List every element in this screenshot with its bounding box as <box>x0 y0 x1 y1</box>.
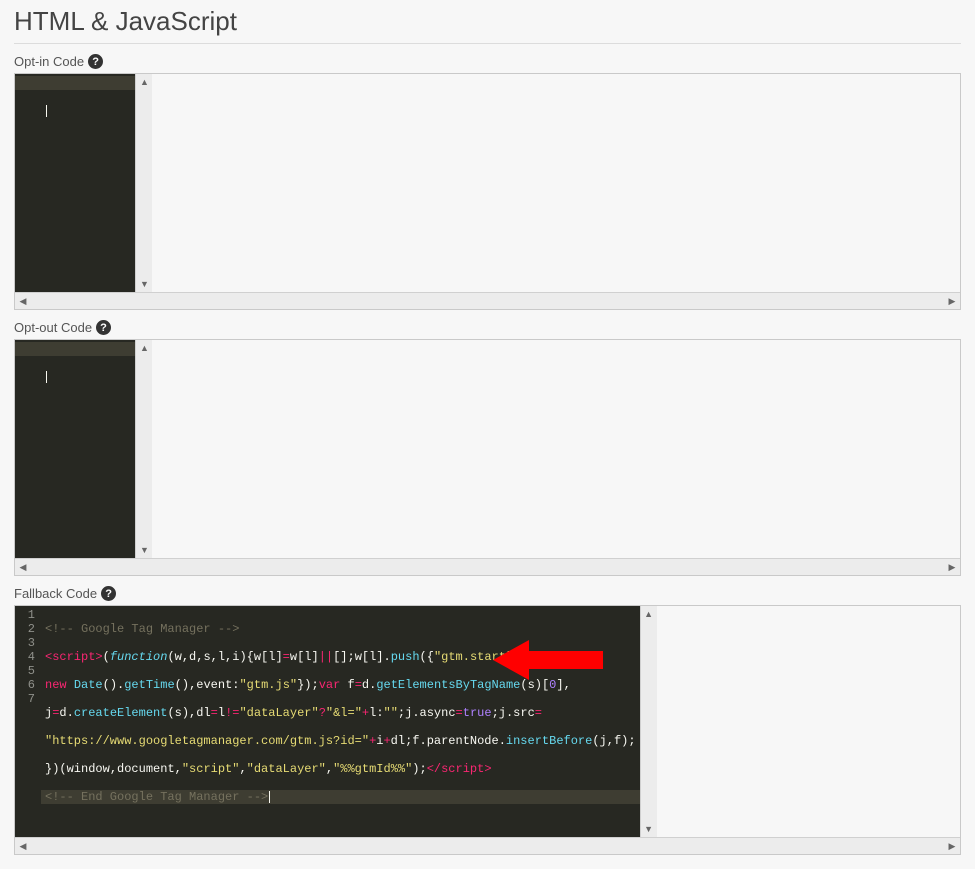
scroll-right-icon[interactable]: ▶ <box>944 559 960 575</box>
scroll-up-icon[interactable]: ▲ <box>136 74 152 90</box>
scroll-left-icon[interactable]: ◀ <box>15 559 31 575</box>
scroll-up-icon[interactable]: ▲ <box>136 340 152 356</box>
optin-code-label-text: Opt-in Code <box>14 54 84 69</box>
horizontal-scrollbar[interactable]: ◀ ▶ <box>15 837 960 854</box>
help-icon[interactable]: ? <box>88 54 103 69</box>
editor-code[interactable] <box>41 340 135 558</box>
optout-code-label: Opt-out Code ? <box>14 320 961 335</box>
optout-code-field: Opt-out Code ? 1 ▲ ▼ <box>14 320 961 576</box>
scroll-left-icon[interactable]: ◀ <box>15 838 31 854</box>
fallback-code-field: Fallback Code ? 1 2 3 4 5 6 7 <!-- Googl… <box>14 586 961 855</box>
horizontal-scrollbar[interactable]: ◀ ▶ <box>15 558 960 575</box>
optin-code-label: Opt-in Code ? <box>14 54 961 69</box>
editor-gutter: 1 <box>15 340 41 558</box>
scroll-down-icon[interactable]: ▼ <box>136 542 152 558</box>
optout-code-label-text: Opt-out Code <box>14 320 92 335</box>
optout-code-editor-wrap: 1 ▲ ▼ ◀ ▶ <box>14 339 961 576</box>
help-icon[interactable]: ? <box>96 320 111 335</box>
scroll-up-icon[interactable]: ▲ <box>641 606 657 622</box>
optin-code-editor-wrap: 1 ▲ ▼ ◀ ▶ <box>14 73 961 310</box>
vertical-scrollbar[interactable]: ▲ ▼ <box>135 340 152 558</box>
scroll-down-icon[interactable]: ▼ <box>641 821 657 837</box>
vertical-scrollbar[interactable]: ▲ ▼ <box>640 606 657 837</box>
editor-gutter: 1 2 3 4 5 6 7 <box>15 606 41 837</box>
fallback-code-label-text: Fallback Code <box>14 586 97 601</box>
editor-gutter: 1 <box>15 74 41 292</box>
scroll-right-icon[interactable]: ▶ <box>944 293 960 309</box>
optin-code-editor[interactable]: 1 <box>15 74 135 292</box>
scroll-right-icon[interactable]: ▶ <box>944 838 960 854</box>
scroll-down-icon[interactable]: ▼ <box>136 276 152 292</box>
optout-code-editor[interactable]: 1 <box>15 340 135 558</box>
optin-code-field: Opt-in Code ? 1 ▲ ▼ <box>14 54 961 310</box>
fallback-code-label: Fallback Code ? <box>14 586 961 601</box>
vertical-scrollbar[interactable]: ▲ ▼ <box>135 74 152 292</box>
editor-code[interactable] <box>41 74 135 292</box>
scroll-left-icon[interactable]: ◀ <box>15 293 31 309</box>
horizontal-scrollbar[interactable]: ◀ ▶ <box>15 292 960 309</box>
fallback-code-editor[interactable]: 1 2 3 4 5 6 7 <!-- Google Tag Manager --… <box>15 606 640 837</box>
fallback-code-editor-wrap: 1 2 3 4 5 6 7 <!-- Google Tag Manager --… <box>14 605 961 855</box>
help-icon[interactable]: ? <box>101 586 116 601</box>
page-title: HTML & JavaScript <box>14 6 961 44</box>
editor-code[interactable]: <!-- Google Tag Manager --> <script>(fun… <box>41 606 640 837</box>
